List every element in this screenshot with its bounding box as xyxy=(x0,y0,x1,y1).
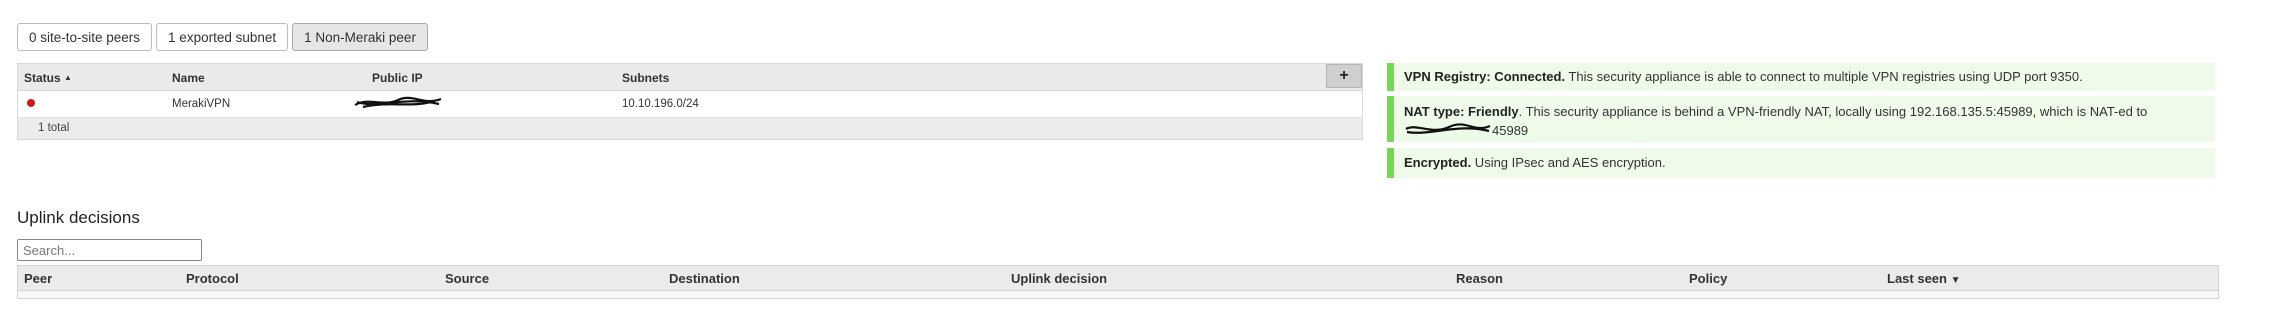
column-header-source[interactable]: Source xyxy=(445,271,489,286)
nat-public-ip-redacted xyxy=(1404,121,1492,135)
column-header-peer[interactable]: Peer xyxy=(24,271,52,286)
peer-name: MerakiVPN xyxy=(172,98,231,110)
add-column-button[interactable]: + xyxy=(1326,64,1362,88)
column-header-policy[interactable]: Policy xyxy=(1689,271,1727,286)
tab-non-meraki-peer[interactable]: 1 Non-Meraki peer xyxy=(292,23,428,51)
sort-asc-icon: ▲ xyxy=(64,73,72,82)
search-input[interactable] xyxy=(17,239,202,261)
sort-desc-icon: ▼ xyxy=(1950,275,1961,286)
column-header-reason[interactable]: Reason xyxy=(1456,271,1503,286)
notice-text: . This security appliance is behind a VP… xyxy=(1518,104,2148,119)
nat-port: 45989 xyxy=(1492,123,1529,138)
encryption-notice: Encrypted. Using IPsec and AES encryptio… xyxy=(1387,148,2215,178)
status-dot-icon xyxy=(27,99,35,107)
notice-title: VPN Registry: Connected. xyxy=(1404,69,1566,84)
peer-tabs: 0 site-to-site peers 1 exported subnet 1… xyxy=(17,23,428,51)
peers-table-header: Status ▲ Name Public IP Subnets + xyxy=(18,64,1362,91)
column-header-destination[interactable]: Destination xyxy=(669,271,740,286)
notice-title: Encrypted. xyxy=(1404,155,1472,170)
vpn-registry-notice: VPN Registry: Connected. This security a… xyxy=(1387,63,2215,91)
table-row[interactable]: MerakiVPN 10.10.196.0/24 xyxy=(18,91,1362,118)
notice-text: Using IPsec and AES encryption. xyxy=(1471,155,1666,170)
column-header-uplink-decision[interactable]: Uplink decision xyxy=(1011,271,1107,286)
column-header-protocol[interactable]: Protocol xyxy=(186,271,239,286)
redaction-scribble-icon xyxy=(1405,123,1491,134)
redaction-scribble-icon xyxy=(354,96,442,109)
column-header-subnets[interactable]: Subnets xyxy=(622,71,669,85)
uplink-decisions-title: Uplink decisions xyxy=(17,208,140,227)
column-header-public-ip[interactable]: Public IP xyxy=(372,71,423,85)
column-header-name[interactable]: Name xyxy=(172,71,205,85)
uplink-decisions-table: Peer Protocol Source Destination Uplink … xyxy=(17,265,2219,299)
public-ip-redacted xyxy=(353,93,443,114)
tab-exported-subnet[interactable]: 1 exported subnet xyxy=(156,23,289,51)
uplink-table-header: Peer Protocol Source Destination Uplink … xyxy=(18,266,2218,291)
notice-title: NAT type: Friendly xyxy=(1404,104,1519,119)
column-header-last-seen[interactable]: Last seen ▼ xyxy=(1887,271,1961,286)
peers-table-footer: 1 total xyxy=(18,118,1362,139)
peers-table: Status ▲ Name Public IP Subnets + Meraki… xyxy=(17,63,1363,140)
column-header-status[interactable]: Status ▲ xyxy=(24,71,72,85)
nat-type-notice: NAT type: Friendly. This security applia… xyxy=(1387,96,2215,142)
peer-subnets: 10.10.196.0/24 xyxy=(622,98,699,110)
total-count: 1 total xyxy=(38,122,70,134)
notice-text: This security appliance is able to conne… xyxy=(1565,69,2083,84)
tab-site-to-site-peers[interactable]: 0 site-to-site peers xyxy=(17,23,153,51)
